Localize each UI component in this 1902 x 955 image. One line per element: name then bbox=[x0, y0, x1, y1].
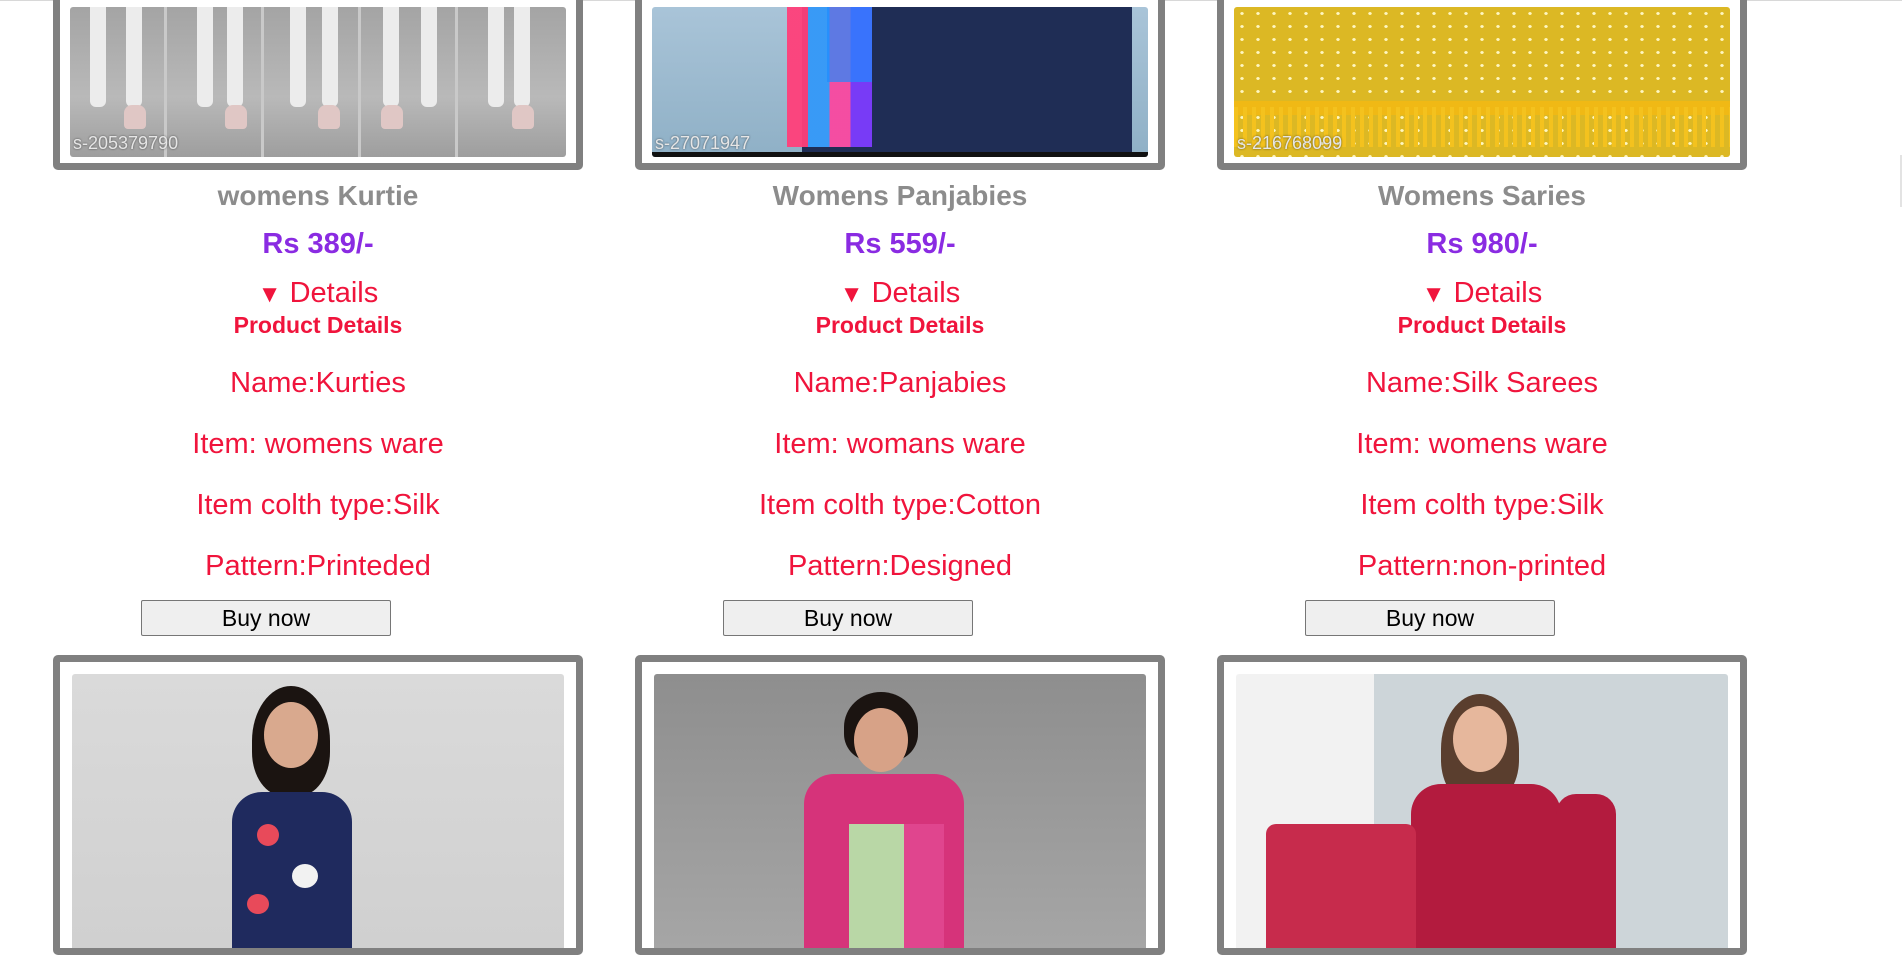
detail-name: Name:Silk Sarees bbox=[1365, 367, 1599, 399]
detail-item: Item: womens ware bbox=[1356, 428, 1608, 460]
product-image-frame bbox=[53, 655, 583, 955]
detail-cloth-type: Item colth type:Silk bbox=[196, 489, 440, 521]
detail-pattern: Pattern:non-printed bbox=[1357, 550, 1607, 582]
product-image[interactable] bbox=[654, 674, 1146, 948]
product-image[interactable]: s-205379790 bbox=[70, 7, 566, 157]
details-toggle[interactable]: ▼ Details bbox=[1217, 277, 1747, 310]
image-watermark-code: s-27071947 bbox=[655, 133, 751, 153]
detail-pattern: Pattern:Printeded bbox=[205, 550, 431, 582]
detail-name: Name:Kurties bbox=[230, 367, 406, 399]
detail-cloth-type: Item colth type:Silk bbox=[1360, 489, 1604, 521]
details-toggle[interactable]: ▼ Details bbox=[635, 277, 1165, 310]
details-label: Details bbox=[1453, 277, 1543, 309]
product-image[interactable]: s-27071947 bbox=[652, 7, 1148, 157]
product-name: womens Kurtie bbox=[217, 180, 419, 211]
detail-name: Name:Panjabies bbox=[793, 367, 1007, 399]
product-image-frame bbox=[1217, 655, 1747, 955]
triangle-down-icon: ▼ bbox=[839, 281, 864, 308]
triangle-down-icon: ▼ bbox=[1421, 281, 1446, 308]
detail-item: Item: womans ware bbox=[774, 428, 1026, 460]
details-toggle[interactable]: ▼ Details bbox=[53, 277, 583, 310]
details-label: Details bbox=[289, 277, 379, 309]
product-image-frame bbox=[635, 655, 1165, 955]
image-watermark-code: s-216768099 bbox=[1237, 133, 1343, 153]
detail-item: Item: womens ware bbox=[192, 428, 444, 460]
buy-now-button[interactable]: Buy now bbox=[723, 600, 973, 636]
product-image[interactable]: s-216768099 bbox=[1234, 7, 1730, 157]
product-image[interactable] bbox=[72, 674, 564, 948]
product-details-heading: Product Details bbox=[815, 312, 985, 338]
product-details-heading: Product Details bbox=[1397, 312, 1567, 338]
product-price: Rs 389/- bbox=[262, 228, 374, 260]
product-name: Womens Panjabies bbox=[772, 180, 1028, 211]
detail-cloth-type: Item colth type:Cotton bbox=[758, 489, 1042, 521]
product-name: Womens Saries bbox=[1377, 180, 1587, 211]
product-details-heading: Product Details bbox=[233, 312, 403, 338]
buy-now-button[interactable]: Buy now bbox=[141, 600, 391, 636]
product-image-frame: s-216768099 bbox=[1217, 0, 1747, 170]
detail-pattern: Pattern:Designed bbox=[787, 550, 1013, 582]
product-image-frame: s-205379790 bbox=[53, 0, 583, 170]
product-image-frame: s-27071947 bbox=[635, 0, 1165, 170]
product-price: Rs 980/- bbox=[1426, 228, 1538, 260]
product-image[interactable] bbox=[1236, 674, 1728, 948]
buy-now-button[interactable]: Buy now bbox=[1305, 600, 1555, 636]
triangle-down-icon: ▼ bbox=[257, 281, 282, 308]
details-label: Details bbox=[871, 277, 961, 309]
product-price: Rs 559/- bbox=[844, 228, 956, 260]
image-watermark-code: s-205379790 bbox=[73, 133, 179, 153]
